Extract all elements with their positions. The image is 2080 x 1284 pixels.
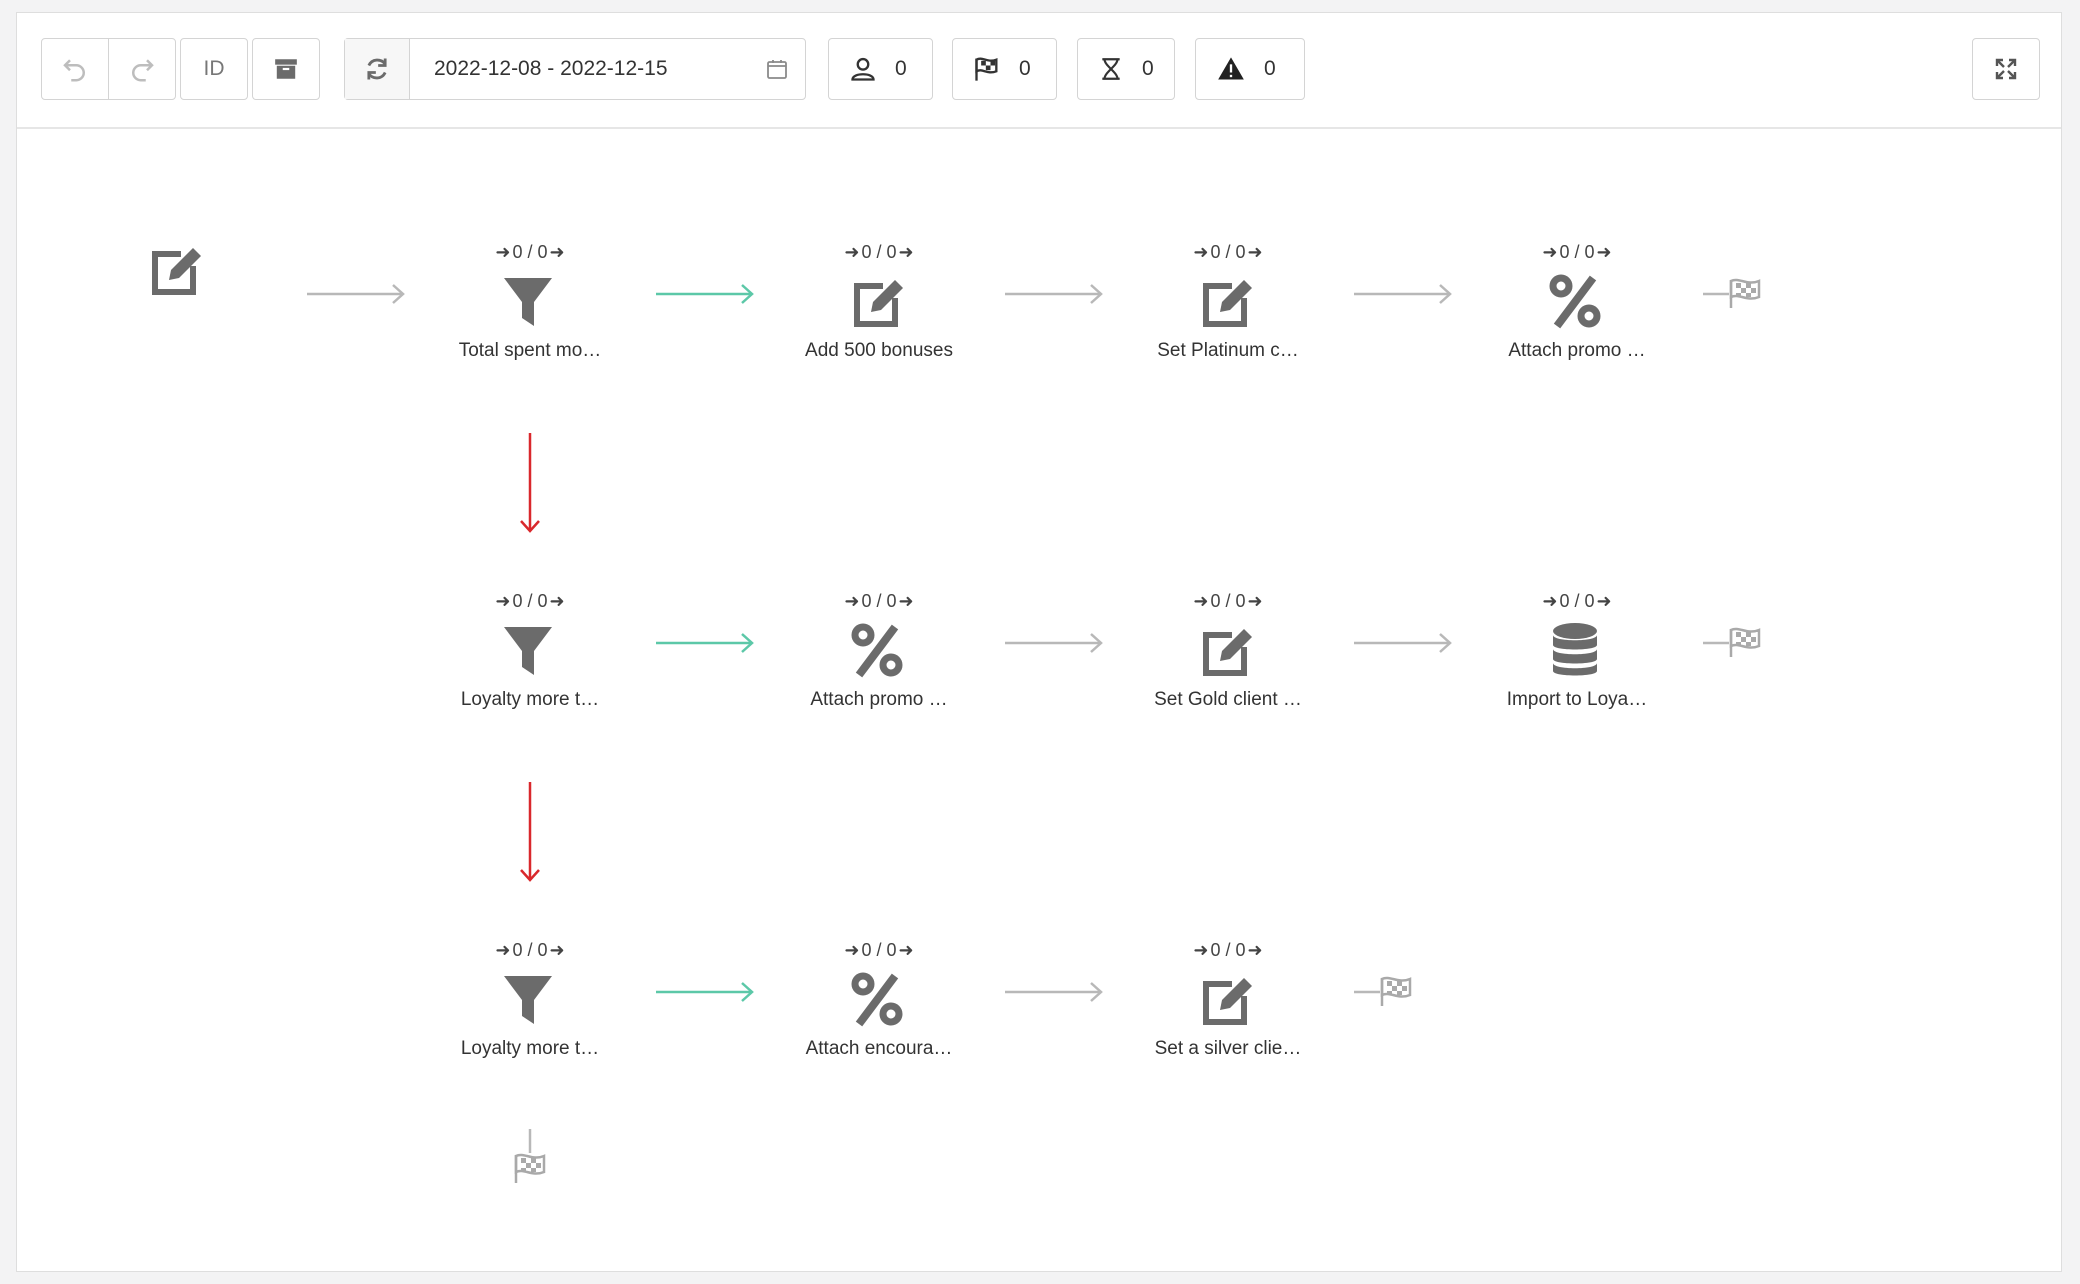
refresh-icon	[367, 58, 387, 80]
show-ids-label: ID	[203, 57, 225, 80]
expand-icon	[1995, 58, 2017, 80]
users-counter[interactable]: 0	[828, 38, 933, 100]
finish-flag-icon	[1380, 976, 1412, 1008]
undo-icon	[63, 59, 85, 82]
users-count: 0	[895, 57, 907, 80]
finish-flag-icon	[1729, 627, 1761, 659]
errors-counter[interactable]: 0	[1195, 38, 1305, 100]
date-range-picker: 2022-12-08 - 2022-12-15	[344, 38, 806, 100]
edge-arrow-no	[520, 433, 540, 882]
calendar-button[interactable]	[749, 39, 805, 99]
hourglass-icon	[1098, 55, 1124, 83]
checkered-flag-icon	[973, 55, 1001, 83]
edge-to-finish	[528, 292, 1729, 1153]
waiting-count: 0	[1142, 57, 1154, 80]
finished-count: 0	[1019, 57, 1031, 80]
calendar-icon	[767, 60, 787, 79]
workflow-editor: ID 2022-12-08 - 2022-12-15 0 0 0 0 ➜ 0 /…	[16, 12, 2062, 1272]
edge-arrow-yes	[656, 284, 754, 1002]
show-ids-button[interactable]: ID	[180, 38, 248, 100]
waiting-counter[interactable]: 0	[1077, 38, 1175, 100]
refresh-button[interactable]	[345, 39, 410, 99]
finish-flag-icon	[1729, 278, 1761, 310]
errors-count: 0	[1264, 57, 1276, 80]
undo-button[interactable]	[41, 38, 109, 100]
archive-icon	[275, 59, 297, 79]
user-icon	[849, 55, 877, 83]
toolbar: ID 2022-12-08 - 2022-12-15 0 0 0 0	[17, 13, 2061, 129]
finished-counter[interactable]: 0	[952, 38, 1057, 100]
warning-icon	[1216, 55, 1246, 83]
edge-arrow	[1005, 284, 1452, 1002]
edge-arrow	[307, 284, 405, 304]
archive-button[interactable]	[252, 38, 320, 100]
date-range-input[interactable]: 2022-12-08 - 2022-12-15	[410, 39, 749, 99]
redo-icon	[132, 59, 154, 82]
fullscreen-button[interactable]	[1972, 38, 2040, 100]
workflow-canvas: ➜ 0 / 0 ➜ Total spent mo… ➜ 0 / 0 ➜ Add 500 …	[17, 131, 2061, 1271]
finish-flag-icon	[514, 1153, 546, 1185]
redo-button[interactable]	[108, 38, 176, 100]
